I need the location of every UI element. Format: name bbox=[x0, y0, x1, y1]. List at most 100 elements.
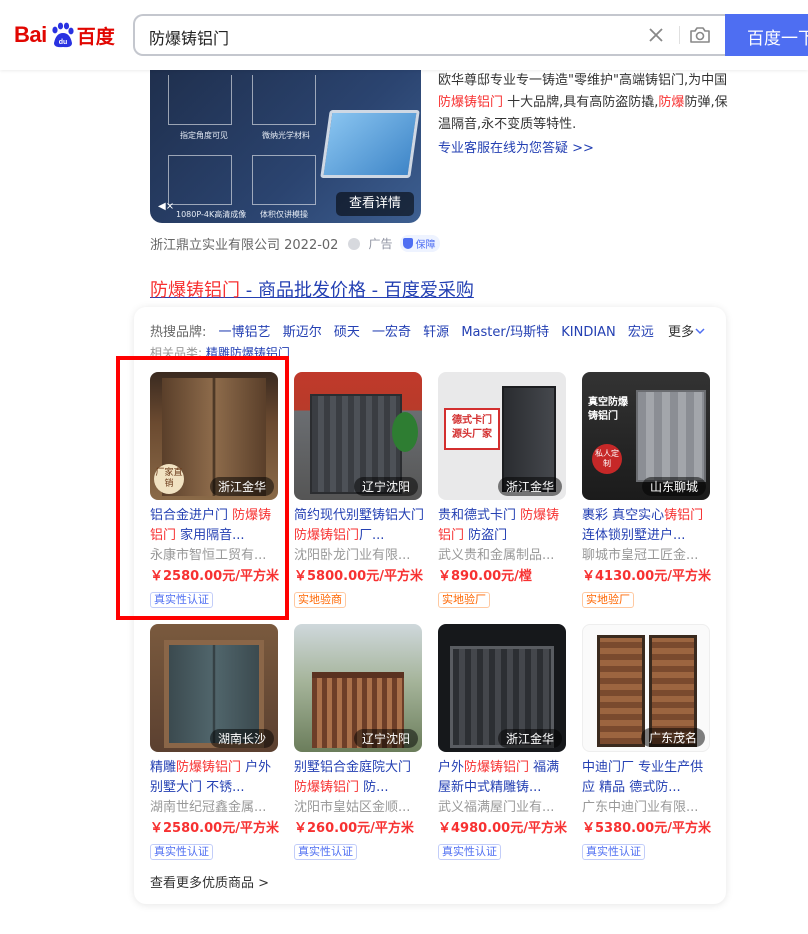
title-part: 别墅铝合金庭院大门 bbox=[294, 760, 412, 775]
shield-icon bbox=[403, 238, 414, 249]
hot-brands-row: 热搜品牌: 一博铝艺 斯迈尔 硕天 一宏奇 轩源 Master/玛斯特 KIND… bbox=[150, 321, 654, 340]
highlight-annotation-box bbox=[116, 356, 289, 620]
mute-icon[interactable]: ◀× bbox=[158, 201, 174, 212]
baidu-logo[interactable]: Bai du 百度 bbox=[14, 17, 115, 53]
product-item[interactable]: 辽宁沈阳 简约现代别墅铸铝大门 防爆铸铝门厂... 沈阳卧龙门业有限... ￥5… bbox=[294, 372, 426, 608]
chevron-down-icon bbox=[695, 328, 705, 335]
ad-caption: 体积仅讲模操 bbox=[260, 210, 308, 219]
product-title[interactable]: 户外防爆铸铝门 福满屋新中式精雕铸... bbox=[438, 758, 568, 798]
seller-name[interactable]: 武义贵和金属制品... bbox=[438, 546, 570, 566]
price: ￥2580.00元/平方米 bbox=[150, 821, 279, 836]
seller-name[interactable]: 沈阳市皇姑区金顺... bbox=[294, 798, 426, 818]
product-image[interactable]: 德式卡门 源头厂家 浙江金华 bbox=[438, 372, 566, 500]
ad-source-line: 浙江鼎立实业有限公司 2022-02 广告 保障 bbox=[150, 234, 441, 253]
brand-link[interactable]: 一博铝艺 bbox=[219, 325, 271, 340]
product-title[interactable]: 裹彩 真空实心铸铝门 连体锁别墅进户... bbox=[582, 506, 712, 546]
price: ￥5380.00元/平方米 bbox=[582, 821, 711, 836]
price: ￥260.00元/平方米 bbox=[294, 821, 414, 836]
clear-icon[interactable] bbox=[643, 22, 669, 48]
brand-link[interactable]: 硕天 bbox=[334, 325, 360, 340]
ad-video-thumbnail[interactable]: 指定角度可见 微纳光学材料 1080P-4K高清成像 体积仅讲模操 ◀× 查看详… bbox=[150, 70, 421, 223]
ad-description: 欧华尊邸专业专一铸造"零维护"高端铸铝门,为中国防爆铸铝门 十大品牌,具有高防盗… bbox=[438, 70, 738, 136]
top-bar: Bai du 百度 防爆铸铝门 百度一下 bbox=[0, 0, 808, 70]
search-box[interactable]: 防爆铸铝门 bbox=[133, 14, 733, 56]
product-image[interactable]: 湖南长沙 bbox=[150, 624, 278, 752]
brand-link[interactable]: 斯迈尔 bbox=[283, 325, 322, 340]
plant-graphic bbox=[392, 412, 418, 452]
location-tag: 浙江金华 bbox=[497, 729, 562, 748]
product-image[interactable]: 辽宁沈阳 bbox=[294, 372, 422, 500]
product-item[interactable]: 德式卡门 源头厂家 浙江金华 贵和德式卡门 防爆铸铝门 防盗门 武义贵和金属制品… bbox=[438, 372, 570, 608]
product-item[interactable]: 湖南长沙 精雕防爆铸铝门 户外别墅大门 不锈... 湖南世纪冠鑫金属... ￥2… bbox=[150, 624, 282, 860]
guarantee-badge[interactable]: 保障 bbox=[400, 235, 441, 252]
product-title[interactable]: 精雕防爆铸铝门 户外别墅大门 不锈... bbox=[150, 758, 280, 798]
more-brands-button[interactable]: 更多 bbox=[668, 321, 706, 340]
product-title[interactable]: 贵和德式卡门 防爆铸铝门 防盗门 bbox=[438, 506, 568, 546]
ad-source-company: 浙江鼎立实业有限公司 2022-02 bbox=[150, 238, 339, 253]
title-part: 户外 bbox=[438, 760, 465, 775]
ad-caption: 1080P-4K高清成像 bbox=[176, 210, 247, 219]
location-tag: 山东聊城 bbox=[641, 477, 706, 496]
search-button[interactable]: 百度一下 bbox=[725, 14, 808, 56]
search-input[interactable]: 防爆铸铝门 bbox=[149, 25, 229, 49]
search-divider bbox=[679, 26, 680, 44]
custom-seal: 私人定制 bbox=[592, 444, 622, 474]
product-item[interactable]: 广东茂名 中迪门厂 专业生产供应 精品 德式防... 广东中迪门业有限... ￥… bbox=[582, 624, 714, 860]
svg-text:du: du bbox=[58, 39, 67, 46]
seller-name[interactable]: 武义福满屋门业有... bbox=[438, 798, 570, 818]
seller-name[interactable]: 广东中迪门业有限... bbox=[582, 798, 714, 818]
ad-feature-cell bbox=[252, 155, 316, 205]
ad-feature-cell bbox=[168, 75, 232, 125]
product-image[interactable]: 广东茂名 bbox=[582, 624, 710, 752]
product-image[interactable]: 浙江金华 bbox=[438, 624, 566, 752]
product-image[interactable]: 辽宁沈阳 bbox=[294, 624, 422, 752]
verification-badge: 真实性认证 bbox=[438, 844, 501, 860]
price: ￥890.00元/樘 bbox=[438, 569, 532, 584]
product-title[interactable]: 中迪门厂 专业生产供应 精品 德式防... bbox=[582, 758, 712, 798]
title-part: 厂... bbox=[359, 528, 385, 543]
brand-link[interactable]: Master/玛斯特 bbox=[461, 325, 549, 340]
brand-link[interactable]: 一宏奇 bbox=[372, 325, 411, 340]
ad-text-part: 十大品牌,具有高防盗防撬, bbox=[503, 95, 659, 110]
title-part: 防... bbox=[359, 780, 389, 795]
product-item[interactable]: 辽宁沈阳 别墅铝合金庭院大门 防爆铸铝门 防... 沈阳市皇姑区金顺... ￥2… bbox=[294, 624, 426, 860]
product-title[interactable]: 简约现代别墅铸铝大门 防爆铸铝门厂... bbox=[294, 506, 424, 546]
promo-label: 真空防爆铸铝门 bbox=[588, 397, 628, 422]
ad-text-highlight: 防爆铸铝门 bbox=[438, 95, 504, 110]
product-title[interactable]: 别墅铝合金庭院大门 防爆铸铝门 防... bbox=[294, 758, 424, 798]
verification-badge: 实地验厂 bbox=[438, 592, 490, 608]
ad-service-link[interactable]: 专业客服在线为您答疑 >> bbox=[438, 137, 594, 156]
brand-link[interactable]: 宏远 bbox=[628, 325, 654, 340]
product-item[interactable]: 真空防爆铸铝门 私人定制 山东聊城 裹彩 真空实心铸铝门 连体锁别墅进户... … bbox=[582, 372, 714, 608]
location-tag: 浙江金华 bbox=[497, 477, 562, 496]
brand-link[interactable]: 轩源 bbox=[423, 325, 449, 340]
title-part: 连体锁别墅进户... bbox=[582, 528, 686, 543]
verification-badge: 实地验商 bbox=[294, 592, 346, 608]
result-title-highlight: 防爆铸铝门 bbox=[150, 280, 240, 301]
paw-icon: du bbox=[52, 22, 74, 48]
product-image[interactable]: 真空防爆铸铝门 私人定制 山东聊城 bbox=[582, 372, 710, 500]
result-title-link[interactable]: 防爆铸铝门 - 商品批发价格 - 百度爱采购 bbox=[150, 276, 474, 302]
guarantee-label: 保障 bbox=[415, 240, 436, 251]
ad-text-part: 欧华尊邸专业专一铸造"零维护"高端铸铝门,为中国 bbox=[438, 73, 728, 88]
info-icon[interactable] bbox=[348, 237, 361, 250]
seller-name[interactable]: 聊城市皇冠工匠金... bbox=[582, 546, 714, 566]
ad-caption: 指定角度可见 bbox=[180, 131, 228, 140]
view-details-button[interactable]: 查看详情 bbox=[336, 192, 414, 216]
see-more-products-link[interactable]: 查看更多优质商品 > bbox=[150, 872, 269, 891]
verification-badge: 真实性认证 bbox=[582, 844, 645, 860]
verification-badge: 真实性认证 bbox=[150, 844, 213, 860]
seller-name[interactable]: 湖南世纪冠鑫金属... bbox=[150, 798, 282, 818]
title-highlight: 防爆铸铝门 bbox=[294, 780, 360, 795]
ad-feature-cell bbox=[168, 155, 232, 205]
title-part: 防盗门 bbox=[464, 528, 508, 543]
brand-link[interactable]: KINDIAN bbox=[561, 325, 616, 340]
price: ￥4980.00元/平方米 bbox=[438, 821, 567, 836]
seller-name[interactable]: 沈阳卧龙门业有限... bbox=[294, 546, 426, 566]
verification-badge: 真实性认证 bbox=[294, 844, 357, 860]
title-highlight: 铸铝门 bbox=[664, 508, 704, 523]
camera-icon[interactable] bbox=[687, 22, 713, 48]
logo-text-right: 百度 bbox=[76, 25, 115, 48]
product-item[interactable]: 浙江金华 户外防爆铸铝门 福满屋新中式精雕铸... 武义福满屋门业有... ￥4… bbox=[438, 624, 570, 860]
door-graphic bbox=[636, 390, 706, 482]
